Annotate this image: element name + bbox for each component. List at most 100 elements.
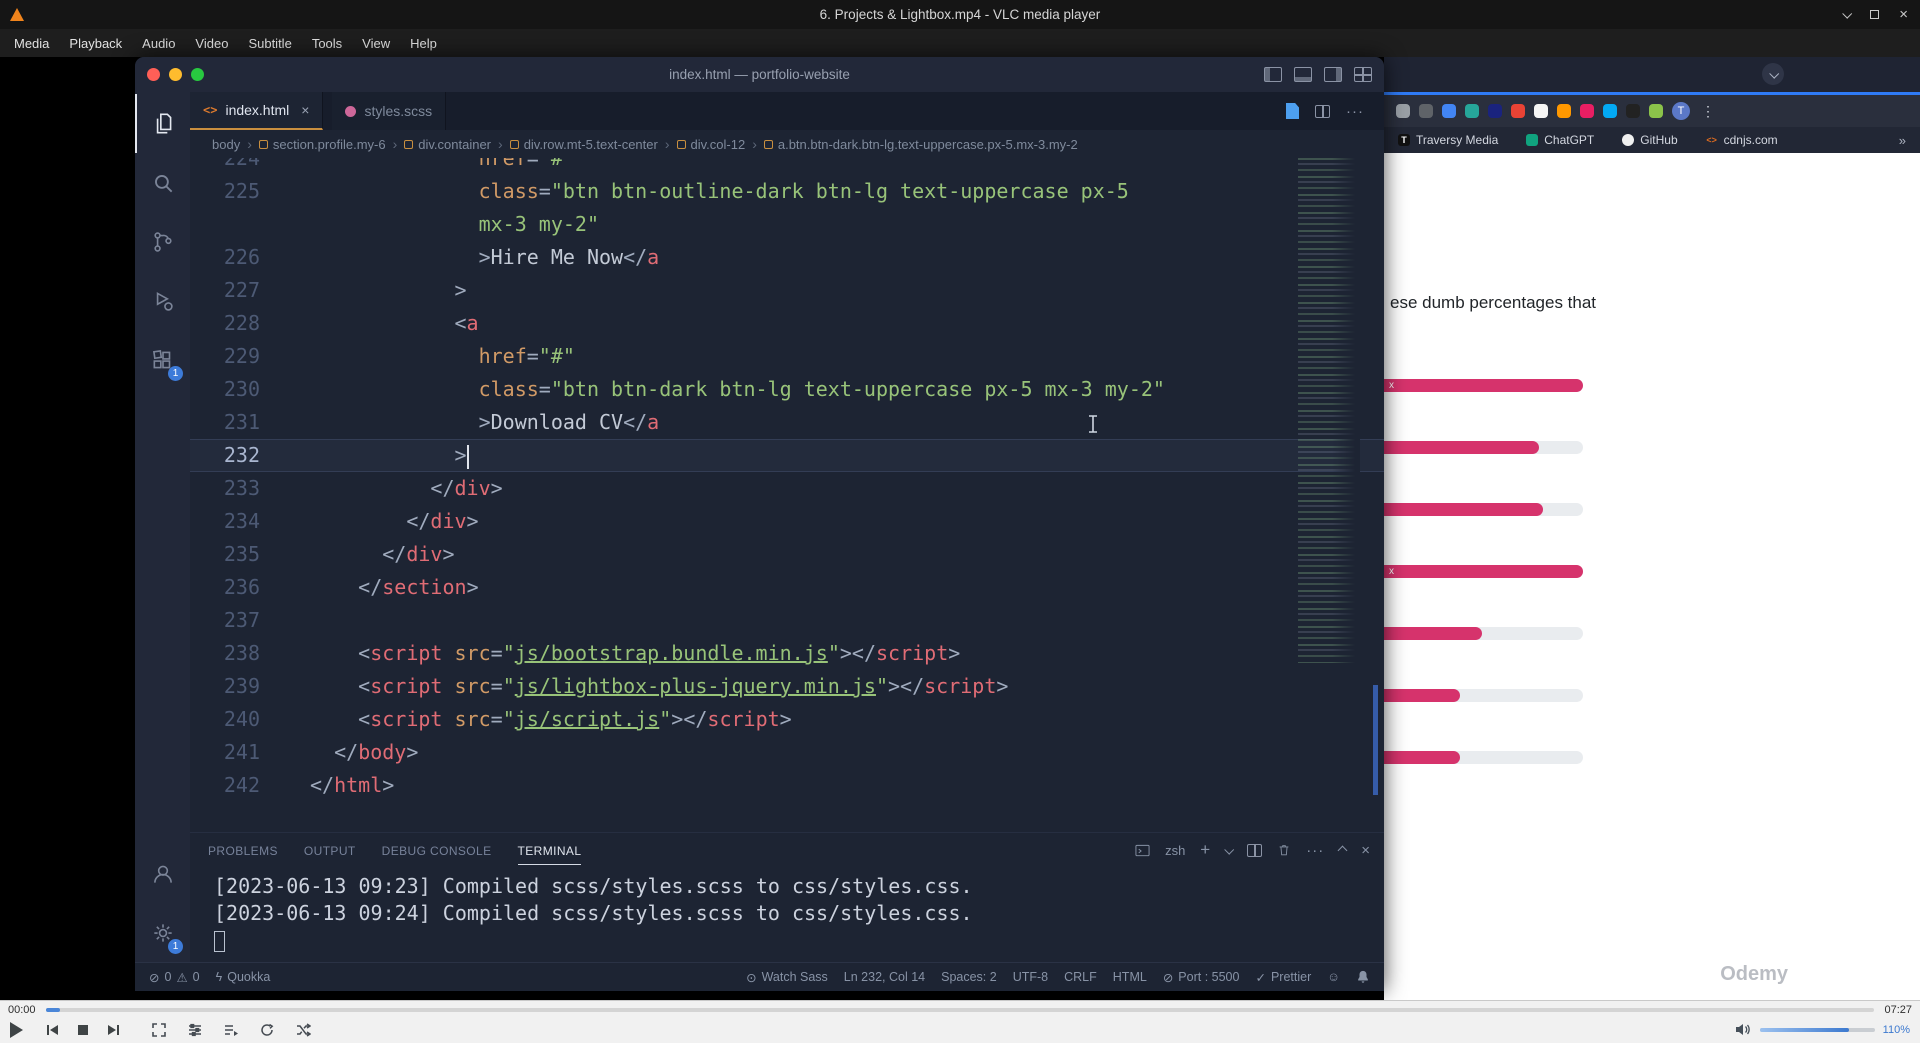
- explorer-icon[interactable]: [135, 94, 190, 153]
- extension-icon[interactable]: [1396, 104, 1410, 118]
- code-line[interactable]: 227 >: [190, 274, 1384, 307]
- code-line[interactable]: 224 href="#": [190, 158, 1384, 175]
- terminal-shell-label[interactable]: zsh: [1165, 843, 1185, 858]
- extension-icon[interactable]: [1419, 104, 1433, 118]
- tab-close-icon[interactable]: ×: [301, 102, 309, 118]
- breadcrumb-body[interactable]: body: [212, 137, 240, 152]
- extension-icon[interactable]: [1511, 104, 1525, 118]
- bookmark-chatgpt[interactable]: ChatGPT: [1526, 133, 1594, 147]
- breadcrumb-section[interactable]: section.profile.my-6: [258, 137, 386, 152]
- browser-profile-avatar[interactable]: T: [1672, 102, 1690, 120]
- prettier-status[interactable]: ✓ Prettier: [1255, 970, 1311, 985]
- bookmark-github[interactable]: GitHub: [1622, 133, 1678, 147]
- next-button[interactable]: [101, 1020, 125, 1040]
- extension-icon[interactable]: [1626, 104, 1640, 118]
- watch-sass-status[interactable]: ⊙ Watch Sass: [746, 970, 828, 985]
- code-line[interactable]: 232 >: [190, 439, 1384, 472]
- new-terminal-icon[interactable]: +: [1200, 840, 1210, 860]
- extension-icon[interactable]: [1465, 104, 1479, 118]
- toggle-sidebar-icon[interactable]: [1264, 67, 1282, 82]
- extension-icon[interactable]: [1557, 104, 1571, 118]
- code-line[interactable]: 226 >Hire Me Now</a: [190, 241, 1384, 274]
- code-line[interactable]: 237: [190, 604, 1384, 637]
- browser-menu-icon[interactable]: ⋮: [1701, 103, 1715, 120]
- tab-index-html[interactable]: <> index.html ×: [190, 92, 324, 130]
- playlist-button[interactable]: [219, 1020, 243, 1040]
- video-frame[interactable]: T ⋮ T Traversy Media ChatGPT GitHub <> c…: [0, 57, 1920, 1000]
- seek-slider[interactable]: [45, 1008, 1875, 1012]
- editor-scrollbar[interactable]: [1373, 685, 1378, 795]
- menu-help[interactable]: Help: [400, 31, 447, 56]
- menu-tools[interactable]: Tools: [302, 31, 352, 56]
- breadcrumb-anchor[interactable]: a.btn.btn-dark.btn-lg.text-uppercase.px-…: [763, 137, 1078, 152]
- code-line[interactable]: 242 </html>: [190, 769, 1384, 802]
- breadcrumb-container[interactable]: div.container: [404, 137, 491, 152]
- tab-output[interactable]: OUTPUT: [304, 836, 356, 864]
- browser-collapse-icon[interactable]: [1762, 63, 1784, 85]
- code-editor[interactable]: 224 href="#" 225 class="btn btn-outline-d…: [190, 158, 1384, 832]
- breadcrumb-row[interactable]: div.row.mt-5.text-center: [509, 137, 658, 152]
- tab-terminal[interactable]: TERMINAL: [517, 836, 582, 865]
- code-line[interactable]: 228 <a: [190, 307, 1384, 340]
- breadcrumb-col[interactable]: div.col-12: [676, 137, 745, 152]
- settings-gear-icon[interactable]: 1: [135, 903, 190, 962]
- code-line[interactable]: 238 <script src="js/bootstrap.bundle.min…: [190, 637, 1384, 670]
- toggle-secondary-sidebar-icon[interactable]: [1324, 67, 1342, 82]
- shuffle-button[interactable]: [291, 1020, 315, 1040]
- menu-playback[interactable]: Playback: [59, 31, 132, 56]
- code-line[interactable]: 233 </div>: [190, 472, 1384, 505]
- more-actions-icon[interactable]: ···: [1346, 103, 1364, 120]
- bookmarks-overflow-icon[interactable]: »: [1899, 133, 1906, 148]
- toggle-panel-icon[interactable]: [1294, 67, 1312, 82]
- live-server-status[interactable]: ⊘ Port : 5500: [1163, 970, 1240, 985]
- panel-more-icon[interactable]: ···: [1306, 842, 1324, 859]
- code-line[interactable]: mx-3 my-2": [190, 208, 1384, 241]
- maximize-panel-icon[interactable]: [1337, 845, 1348, 855]
- tab-problems[interactable]: PROBLEMS: [208, 836, 278, 864]
- quokka-status[interactable]: ϟ Quokka: [216, 970, 271, 984]
- problems-status[interactable]: ⊘ 0 ⚠ 0: [149, 970, 200, 985]
- terminal-dropdown-icon[interactable]: [1224, 844, 1235, 855]
- terminal-output[interactable]: [2023-06-13 09:23] Compiled scss/styles.…: [190, 867, 1384, 954]
- code-line[interactable]: 230 class="btn btn-dark btn-lg text-uppe…: [190, 373, 1384, 406]
- code-line[interactable]: 234 </div>: [190, 505, 1384, 538]
- extension-icon[interactable]: [1649, 104, 1663, 118]
- window-close-icon[interactable]: ×: [1899, 7, 1908, 22]
- encoding-status[interactable]: UTF-8: [1013, 970, 1048, 984]
- extension-icon[interactable]: [1442, 104, 1456, 118]
- code-line[interactable]: 235 </div>: [190, 538, 1384, 571]
- bell-icon[interactable]: [1356, 970, 1370, 984]
- close-panel-icon[interactable]: ×: [1361, 842, 1370, 859]
- extension-icon[interactable]: [1488, 104, 1502, 118]
- code-line[interactable]: 239 <script src="js/lightbox-plus-jquery…: [190, 670, 1384, 703]
- split-terminal-icon[interactable]: [1247, 843, 1263, 857]
- search-icon[interactable]: [135, 153, 190, 212]
- split-editor-icon[interactable]: [1315, 104, 1330, 118]
- code-line[interactable]: 241 </body>: [190, 736, 1384, 769]
- extended-settings-button[interactable]: [183, 1020, 207, 1040]
- open-preview-icon[interactable]: [1286, 103, 1299, 119]
- feedback-icon[interactable]: ☺: [1327, 970, 1340, 984]
- indentation-status[interactable]: Spaces: 2: [941, 970, 997, 984]
- extensions-icon[interactable]: 1: [135, 330, 190, 389]
- previous-button[interactable]: [41, 1020, 65, 1040]
- menu-video[interactable]: Video: [185, 31, 238, 56]
- menu-media[interactable]: Media: [4, 31, 59, 56]
- run-debug-icon[interactable]: [135, 271, 190, 330]
- bookmark-cdnjs[interactable]: <> cdnjs.com: [1706, 133, 1777, 147]
- customize-layout-icon[interactable]: [1354, 67, 1372, 82]
- menu-subtitle[interactable]: Subtitle: [238, 31, 301, 56]
- extension-icon[interactable]: [1534, 104, 1548, 118]
- menu-view[interactable]: View: [352, 31, 400, 56]
- fullscreen-button[interactable]: [147, 1020, 171, 1040]
- cursor-position-status[interactable]: Ln 232, Col 14: [844, 970, 925, 984]
- tab-styles-scss[interactable]: styles.scss: [332, 92, 447, 130]
- code-line[interactable]: 229 href="#": [190, 340, 1384, 373]
- window-minimize-icon[interactable]: [1842, 8, 1853, 19]
- stop-button[interactable]: [71, 1020, 95, 1040]
- speaker-icon[interactable]: [1735, 1022, 1752, 1037]
- extension-icon[interactable]: [1603, 104, 1617, 118]
- bookmark-traversy-media[interactable]: T Traversy Media: [1398, 133, 1498, 147]
- account-icon[interactable]: [135, 844, 190, 903]
- loop-button[interactable]: [255, 1020, 279, 1040]
